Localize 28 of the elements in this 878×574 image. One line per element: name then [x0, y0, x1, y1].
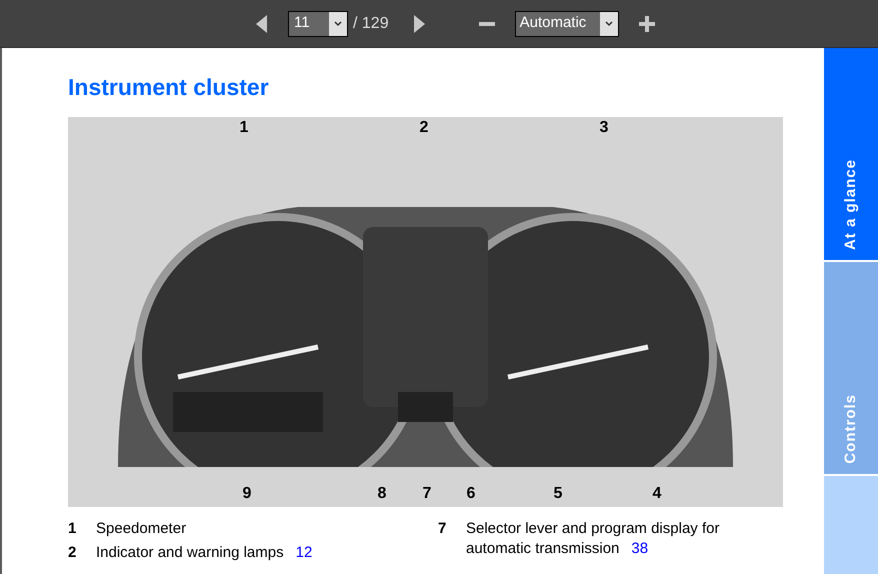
callout-number: 6 [466, 486, 476, 502]
page-link[interactable]: 12 [296, 544, 312, 561]
dropdown-caret-icon [334, 20, 342, 26]
previous-page-icon[interactable] [256, 14, 268, 32]
callout-number: 1 [240, 120, 248, 136]
legend-text: Indicator and warning lamps 12 [96, 543, 314, 563]
callout-number: 5 [554, 486, 562, 502]
zoom-out-icon[interactable] [478, 22, 495, 26]
callout-number: 9 [242, 486, 252, 502]
dropdown-caret-icon [604, 20, 613, 26]
callout-number: 4 [652, 486, 662, 502]
page-link[interactable]: 38 [631, 540, 648, 557]
side-tab[interactable]: At a glance [824, 48, 878, 262]
page-count: / 129 [353, 14, 389, 34]
zoom-select[interactable]: Automatic [514, 10, 619, 36]
legend-number: 2 [68, 543, 78, 563]
page-title: Instrument cluster [68, 76, 270, 99]
legend-text: Selector lever and program display for automatic transmission 38 [466, 519, 720, 559]
page-number-field[interactable]: 11 [288, 10, 348, 36]
callout-number: 2 [420, 120, 428, 136]
legend-text: Speedometer [96, 519, 188, 539]
callout-number: 3 [600, 120, 608, 136]
callout-number: 8 [378, 486, 386, 502]
zoom-in-icon[interactable] [638, 16, 655, 32]
next-page-icon[interactable] [412, 14, 425, 32]
callout-number: 7 [422, 486, 432, 502]
legend-number: 1 [68, 519, 78, 539]
legend-number: 7 [438, 519, 448, 539]
